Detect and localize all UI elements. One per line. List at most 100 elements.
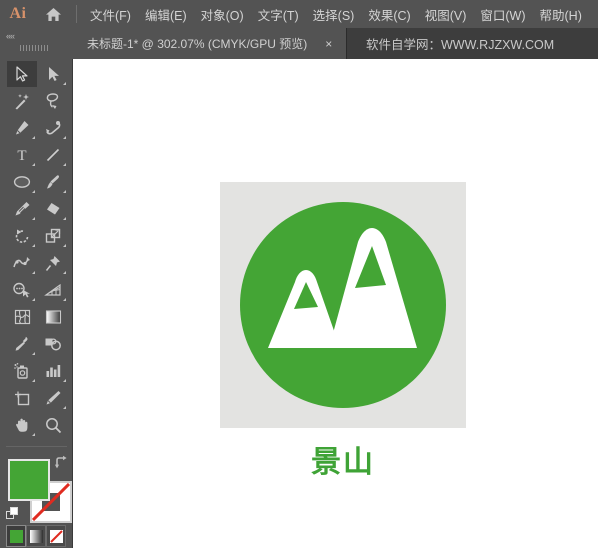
type-T-icon: T xyxy=(14,147,30,163)
none-button[interactable] xyxy=(46,525,66,547)
pen-tool[interactable] xyxy=(7,115,37,141)
tool-flyout-indicator xyxy=(63,379,66,382)
menu-help[interactable]: 帮助(H) xyxy=(533,0,589,28)
selection-tool[interactable] xyxy=(7,61,37,87)
toolbar-drag-handle[interactable] xyxy=(20,44,50,52)
magic-wand-tool[interactable] xyxy=(7,88,37,114)
tool-flyout-indicator xyxy=(63,190,66,193)
home-icon[interactable] xyxy=(36,0,70,28)
zoom-tool[interactable] xyxy=(38,412,68,438)
gradient-icon xyxy=(45,309,62,325)
blend-icon xyxy=(44,336,62,352)
menu-object[interactable]: 对象(O) xyxy=(194,0,251,28)
symbol-sprayer-tool[interactable] xyxy=(7,358,37,384)
tool-flyout-indicator xyxy=(32,190,35,193)
menu-bar: Ai 文件(F) 编辑(E) 对象(O) 文字(T) 选择(S) 效果(C) 视图(V) 窗口… xyxy=(0,0,598,28)
type-tool[interactable]: T xyxy=(7,142,37,168)
eraser-icon xyxy=(45,201,62,217)
document-tab-title: 未标题-1* @ 302.07% (CMYK/GPU 预览) xyxy=(87,37,308,51)
hand-tool[interactable] xyxy=(7,412,37,438)
tool-flyout-indicator xyxy=(63,271,66,274)
free-transform-tool[interactable] xyxy=(38,250,68,276)
paintbrush-tool[interactable] xyxy=(38,169,68,195)
svg-text:T: T xyxy=(17,148,26,163)
scale-icon xyxy=(45,228,62,245)
illustrator-window: Ai 文件(F) 编辑(E) 对象(O) 文字(T) 选择(S) 效果(C) 视图(V) 窗口… xyxy=(0,0,598,548)
blend-tool[interactable] xyxy=(38,331,68,357)
document-canvas[interactable]: 景山 xyxy=(73,59,598,548)
eraser-tool[interactable] xyxy=(38,196,68,222)
arrow-solid-icon xyxy=(14,66,30,82)
mesh-tool[interactable] xyxy=(7,304,37,330)
document-tab[interactable]: 未标题-1* @ 302.07% (CMYK/GPU 预览) × xyxy=(73,28,348,59)
tool-flyout-indicator xyxy=(32,433,35,436)
mesh-icon xyxy=(14,309,31,325)
artboard-tool[interactable] xyxy=(7,385,37,411)
tool-flyout-indicator xyxy=(63,298,66,301)
slice-tool[interactable] xyxy=(38,385,68,411)
artboard[interactable] xyxy=(220,182,466,428)
tools-panel: T xyxy=(0,59,73,548)
lasso-icon xyxy=(45,92,62,110)
menu-select[interactable]: 选择(S) xyxy=(306,0,362,28)
menu-file[interactable]: 文件(F) xyxy=(83,0,138,28)
collapse-panel-icon[interactable]: «« xyxy=(6,31,15,41)
menu-divider xyxy=(76,5,77,23)
hand-icon xyxy=(14,417,31,434)
tool-flyout-indicator xyxy=(32,217,35,220)
lasso-tool[interactable] xyxy=(38,88,68,114)
menu-effect[interactable]: 效果(C) xyxy=(361,0,417,28)
menu-items: 文件(F) 编辑(E) 对象(O) 文字(T) 选择(S) 效果(C) 视图(V) 窗口(W)… xyxy=(83,0,589,28)
menu-edit[interactable]: 编辑(E) xyxy=(138,0,194,28)
gradient-tool[interactable] xyxy=(38,304,68,330)
tool-flyout-indicator xyxy=(32,352,35,355)
scale-tool[interactable] xyxy=(38,223,68,249)
curvature-tool[interactable] xyxy=(38,115,68,141)
eyedropper-icon xyxy=(14,336,30,352)
close-icon[interactable]: × xyxy=(321,36,336,52)
symbol-sprayer-icon xyxy=(13,362,31,380)
tool-flyout-indicator xyxy=(32,271,35,274)
pen-icon xyxy=(14,120,30,136)
color-button[interactable] xyxy=(6,525,26,547)
menu-view[interactable]: 视图(V) xyxy=(418,0,474,28)
tool-flyout-indicator xyxy=(32,379,35,382)
shaper-pencil-tool[interactable] xyxy=(7,196,37,222)
fill-swatch[interactable] xyxy=(8,459,50,501)
direct-selection-tool[interactable] xyxy=(38,61,68,87)
swap-fill-stroke-icon[interactable] xyxy=(54,455,69,475)
line-segment-icon xyxy=(45,147,61,163)
rotate-icon xyxy=(14,228,31,245)
none-slash-icon xyxy=(49,529,63,543)
eyedropper-tool[interactable] xyxy=(7,331,37,357)
artwork-label: 景山 xyxy=(311,445,375,480)
ellipse-tool[interactable] xyxy=(7,169,37,195)
width-warp-tool[interactable] xyxy=(7,250,37,276)
warp-icon xyxy=(13,255,31,271)
magnifier-icon xyxy=(45,417,62,434)
menu-type[interactable]: 文字(T) xyxy=(251,0,306,28)
gradient-bar-icon xyxy=(29,529,43,543)
color-mode-buttons xyxy=(6,525,68,547)
tool-flyout-indicator xyxy=(63,217,66,220)
tool-flyout-indicator xyxy=(63,163,66,166)
line-segment-tool[interactable] xyxy=(38,142,68,168)
mountain-logo-artwork[interactable] xyxy=(240,202,446,408)
push-pin-icon xyxy=(45,255,61,272)
rotate-tool[interactable] xyxy=(7,223,37,249)
tool-flyout-indicator xyxy=(32,244,35,247)
app-logo: Ai xyxy=(9,5,27,22)
toolbar-header: «« xyxy=(0,28,73,59)
shape-builder-tool[interactable] xyxy=(7,277,37,303)
perspective-grid-tool[interactable] xyxy=(38,277,68,303)
tool-flyout-indicator xyxy=(32,163,35,166)
tool-flyout-indicator xyxy=(32,136,35,139)
menu-window[interactable]: 窗口(W) xyxy=(473,0,532,28)
tool-flyout-indicator xyxy=(63,136,66,139)
column-graph-tool[interactable] xyxy=(38,358,68,384)
curvature-icon xyxy=(45,120,62,137)
default-fill-stroke-icon[interactable] xyxy=(6,507,20,526)
gradient-button[interactable] xyxy=(26,525,46,547)
tool-flyout-indicator xyxy=(32,298,35,301)
watermark-text: 软件自学网：WWW.RJZXW.COM xyxy=(366,38,555,52)
